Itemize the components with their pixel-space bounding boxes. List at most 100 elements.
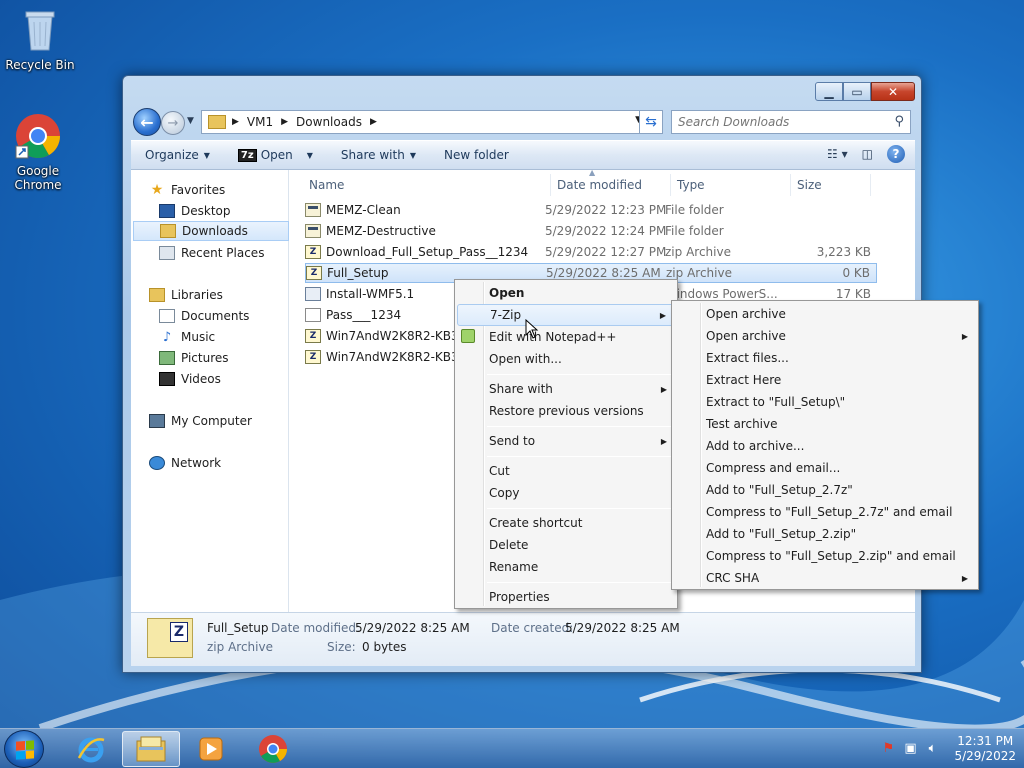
file-row[interactable]: MEMZ-Clean 5/29/2022 12:23 PM File folder (305, 200, 877, 220)
context-menu-item-delete[interactable]: Delete (457, 534, 675, 556)
share-with-button[interactable]: Share with ▼ (327, 148, 430, 162)
detail-modified-value: 5/29/2022 8:25 AM (355, 621, 470, 635)
file-date: 5/29/2022 12:23 PM (545, 203, 667, 217)
menu-separator (487, 374, 673, 375)
refresh-button[interactable]: ⇆ (639, 110, 663, 134)
nav-libraries[interactable]: Libraries (149, 285, 305, 305)
menu-item-label: Add to archive... (706, 439, 805, 453)
nav-label: Pictures (181, 351, 229, 365)
taskbar-google-chrome[interactable] (244, 731, 302, 767)
network-status-icon[interactable]: ▣ (902, 741, 918, 757)
minimize-button[interactable]: ▁ (815, 82, 843, 101)
zip-menu-item-compress-to-full-setup-2-7z-and-email[interactable]: Compress to "Full_Setup_2.7z" and email (674, 501, 976, 523)
zip-menu-item-open-archive[interactable]: Open archive (674, 303, 976, 325)
volume-icon[interactable]: 🔈︎ (924, 741, 940, 757)
recent-pages-dropdown[interactable]: ▼ (187, 116, 194, 126)
context-menu-item-create-shortcut[interactable]: Create shortcut (457, 512, 675, 534)
new-folder-button[interactable]: New folder (430, 148, 523, 162)
menu-item-label: Open with... (489, 352, 562, 366)
context-menu-item-cut[interactable]: Cut (457, 460, 675, 482)
context-menu-item-share-with[interactable]: Share with ▶ (457, 378, 675, 400)
clock-time: 12:31 PM (957, 734, 1014, 748)
submenu-arrow-icon: ▶ (660, 436, 667, 446)
nav-network[interactable]: Network (149, 453, 305, 473)
music-icon: ♪ (162, 329, 172, 345)
file-row[interactable]: Z Download_Full_Setup_Pass__1234 5/29/2022… (305, 242, 877, 262)
column-header-date[interactable]: Date modified (551, 174, 671, 196)
maximize-button[interactable]: ▭ (843, 82, 871, 101)
zip-menu-item-compress-to-full-setup-2-zip-and-email[interactable]: Compress to "Full_Setup_2.zip" and email (674, 545, 976, 567)
zip-menu-item-add-to-archive[interactable]: Add to archive... (674, 435, 976, 457)
file-row[interactable]: MEMZ-Destructive 5/29/2022 12:24 PM File f… (305, 221, 877, 241)
nav-label: My Computer (171, 414, 252, 428)
open-button[interactable]: 7z Open ▼ (224, 148, 327, 162)
chevron-right-icon: ▶ (369, 117, 377, 127)
context-menu-item-restore-previous-versions[interactable]: Restore previous versions (457, 400, 675, 422)
close-button[interactable]: ✕ (871, 82, 915, 101)
file-name: Download_Full_Setup_Pass__1234 (326, 245, 529, 259)
help-icon[interactable]: ? (887, 145, 905, 163)
search-input[interactable] (678, 115, 878, 129)
preview-pane-icon[interactable]: ◫ (862, 147, 873, 161)
breadcrumb-vm1[interactable]: VM1 (247, 115, 273, 129)
start-button[interactable] (4, 730, 44, 768)
zip-menu-item-test-archive[interactable]: Test archive (674, 413, 976, 435)
forward-button[interactable]: → (161, 111, 185, 135)
nav-label: Favorites (171, 183, 226, 197)
menu-item-label: Compress to "Full_Setup_2.7z" and email (706, 505, 953, 519)
zip-menu-item-add-to-full-setup-2-7z[interactable]: Add to "Full_Setup_2.7z" (674, 479, 976, 501)
details-pane: Z Full_Setup zip Archive Date modified: … (131, 612, 915, 666)
zip-menu-item-extract-to-full-setup[interactable]: Extract to "Full_Setup\" (674, 391, 976, 413)
zip-menu-item-open-archive[interactable]: Open archive ▶ (674, 325, 976, 347)
menu-item-label: Delete (489, 538, 529, 552)
action-center-flag-icon[interactable]: ⚑ (880, 741, 896, 757)
share-with-label: Share with (340, 148, 405, 162)
taskbar-internet-explorer[interactable] (62, 731, 120, 767)
nav-my-computer[interactable]: My Computer (149, 411, 305, 431)
search-icon[interactable]: ⚲ (894, 114, 904, 129)
detail-size-label: Size: (327, 640, 356, 654)
file-type: zip Archive (666, 266, 732, 280)
taskbar-windows-explorer[interactable] (122, 731, 180, 767)
zip-menu-item-extract-here[interactable]: Extract Here (674, 369, 976, 391)
context-menu-item-edit-with-notepad[interactable]: Edit with Notepad++ (457, 326, 675, 348)
context-menu-item-7-zip[interactable]: 7-Zip ▶ (457, 304, 675, 326)
open-label: Open (260, 148, 293, 162)
nav-downloads[interactable]: Downloads (133, 221, 289, 241)
nav-label: Videos (181, 372, 221, 386)
zip-menu-item-add-to-full-setup-2-zip[interactable]: Add to "Full_Setup_2.zip" (674, 523, 976, 545)
address-bar[interactable]: ▶ VM1 ▶ Downloads ▶ ▼ (201, 110, 647, 134)
zip-menu-item-compress-and-email[interactable]: Compress and email... (674, 457, 976, 479)
file-name: MEMZ-Destructive (326, 224, 436, 238)
caption-buttons: ▁ ▭ ✕ (815, 82, 915, 101)
downloads-folder-icon (160, 224, 176, 238)
context-menu-item-send-to[interactable]: Send to ▶ (457, 430, 675, 452)
column-header-type[interactable]: Type (671, 174, 791, 196)
desktop-icon-recycle-bin[interactable]: Recycle Bin (2, 6, 78, 72)
desktop-icon-google-chrome[interactable]: Google Chrome (0, 112, 76, 192)
clock[interactable]: 12:31 PM 5/29/2022 (954, 734, 1016, 764)
clock-date: 5/29/2022 (954, 749, 1016, 763)
context-menu-item-open-with[interactable]: Open with... (457, 348, 675, 370)
column-header-name[interactable]: Name (291, 174, 551, 196)
context-menu-item-rename[interactable]: Rename (457, 556, 675, 578)
menu-item-label: Copy (489, 486, 520, 500)
breadcrumb-downloads[interactable]: Downloads (296, 115, 362, 129)
column-label: Type (677, 178, 705, 192)
menu-item-label: Open (489, 286, 525, 300)
context-menu-item-copy[interactable]: Copy (457, 482, 675, 504)
chrome-icon (259, 735, 287, 763)
zip-menu-item-extract-files[interactable]: Extract files... (674, 347, 976, 369)
view-options-icon[interactable]: ☷ ▾ (827, 147, 848, 161)
zip-menu-item-crc-sha[interactable]: CRC SHA ▶ (674, 567, 976, 589)
context-menu-item-open[interactable]: Open (457, 282, 675, 304)
videos-icon (159, 372, 175, 386)
context-menu-item-properties[interactable]: Properties (457, 586, 675, 608)
organize-button[interactable]: Organize ▼ (131, 148, 224, 162)
windows-explorer-icon (136, 736, 166, 762)
taskbar-media-player[interactable] (182, 731, 240, 767)
column-header-size[interactable]: Size (791, 174, 871, 196)
chrome-icon (14, 112, 62, 160)
back-button[interactable]: ← (133, 108, 161, 136)
nav-favorites[interactable]: ★ Favorites (149, 180, 305, 200)
